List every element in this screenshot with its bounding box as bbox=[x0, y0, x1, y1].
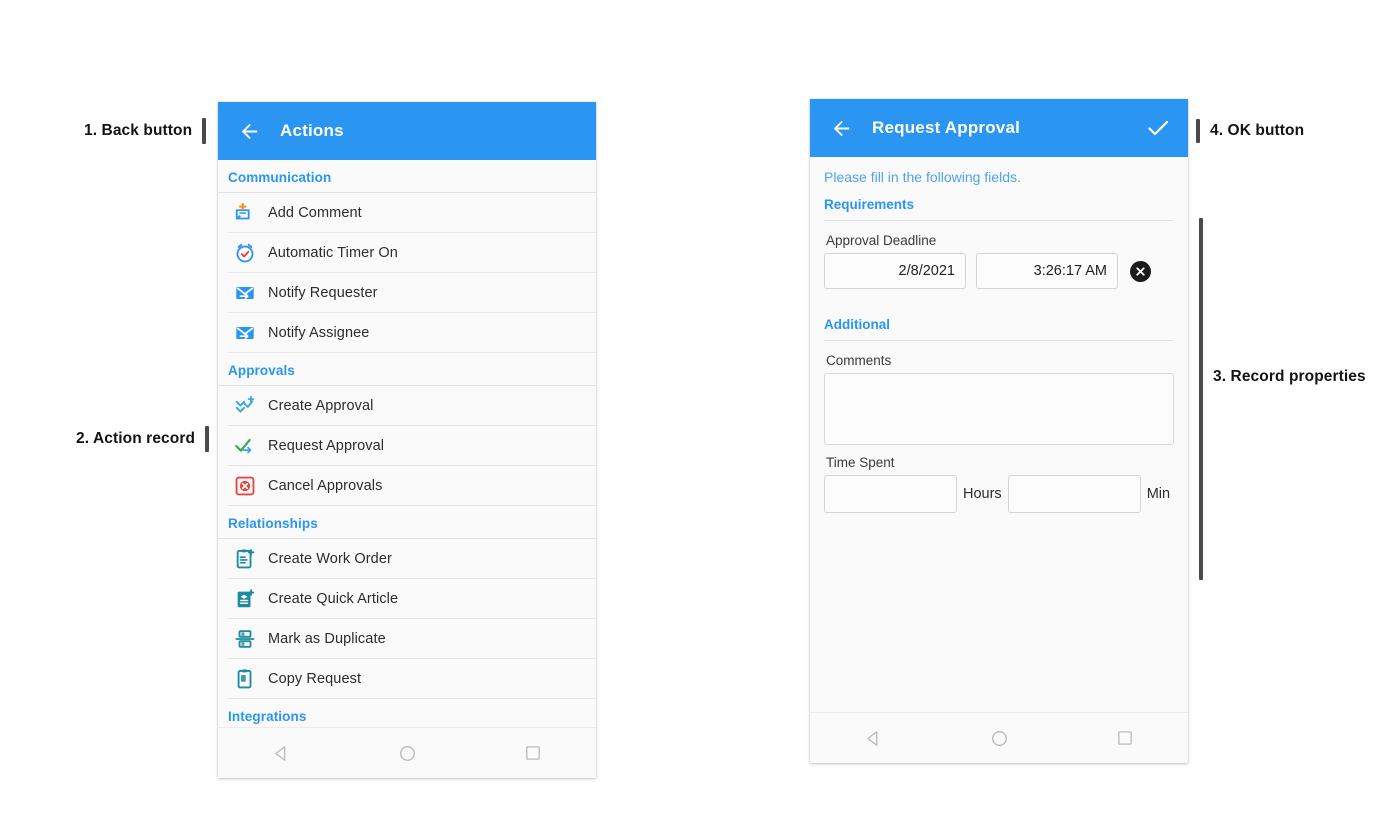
check-arrow-icon bbox=[228, 435, 262, 457]
back-button[interactable] bbox=[232, 114, 266, 148]
time-spent-hours-unit: Hours bbox=[963, 486, 1002, 502]
nav-back-triangle-icon[interactable] bbox=[838, 721, 908, 755]
time-spent-hours-input[interactable] bbox=[824, 475, 957, 513]
right-phone-screen: Request Approval Please fill in the foll… bbox=[810, 99, 1188, 763]
clear-circle-icon[interactable] bbox=[1130, 260, 1151, 282]
annotation-ok-button-bracket bbox=[1196, 119, 1200, 143]
field-label-approval-deadline: Approval Deadline bbox=[826, 233, 937, 248]
arrow-left-icon bbox=[241, 123, 257, 139]
nav-home-circle-icon[interactable] bbox=[964, 721, 1034, 755]
left-android-navbar bbox=[218, 727, 596, 778]
right-appbar-title: Request Approval bbox=[872, 118, 1021, 137]
annotation-record-properties-label: 3. Record properties bbox=[1213, 368, 1366, 385]
copy-clipboard-icon bbox=[228, 668, 262, 690]
left-appbar: Actions bbox=[218, 102, 596, 160]
action-row-cancel-approvals[interactable]: Cancel Approvals bbox=[228, 466, 596, 506]
duplicate-icon bbox=[228, 628, 262, 650]
annotation-ok-button-label: 4. OK button bbox=[1210, 122, 1305, 140]
left-appbar-title: Actions bbox=[280, 121, 344, 140]
group-header-relationships: Relationships bbox=[218, 506, 596, 539]
group-header-communication: Communication bbox=[218, 160, 596, 193]
annotation-record-properties-bracket bbox=[1199, 218, 1203, 580]
annotation-back-button-label: 1. Back button bbox=[84, 122, 193, 140]
action-row-add-comment[interactable]: Add Comment bbox=[228, 193, 596, 233]
nav-home-circle-icon[interactable] bbox=[372, 736, 442, 770]
group-header-approvals: Approvals bbox=[218, 353, 596, 386]
right-android-navbar bbox=[810, 712, 1188, 763]
action-label: Add Comment bbox=[268, 204, 362, 221]
action-label: Create Work Order bbox=[268, 550, 392, 567]
action-label: Automatic Timer On bbox=[268, 244, 398, 261]
time-spent-minutes-unit: Min bbox=[1146, 486, 1171, 502]
action-row-create-quick-article[interactable]: Create Quick Article bbox=[228, 579, 596, 619]
comments-textarea[interactable] bbox=[824, 373, 1174, 445]
left-phone-screen: Actions Communication Add Comment Automa… bbox=[218, 102, 596, 778]
action-row-notify-assignee[interactable]: Notify Assignee bbox=[228, 313, 596, 353]
annotation-action-record-bracket bbox=[205, 426, 210, 452]
annotation-action-record: 2. Action record bbox=[76, 426, 210, 452]
action-row-copy-request[interactable]: Copy Request bbox=[228, 659, 596, 699]
actions-list: Communication Add Comment Automatic Time… bbox=[218, 160, 596, 778]
action-label: Copy Request bbox=[268, 670, 362, 687]
ok-button[interactable] bbox=[1142, 112, 1174, 144]
approval-deadline-field-group: 2/8/2021 3:26:17 AM bbox=[824, 253, 1174, 289]
field-label-time-spent: Time Spent bbox=[826, 455, 895, 470]
time-spent-field-group: Hours Min bbox=[824, 475, 1174, 513]
section-header-additional: Additional bbox=[824, 311, 1174, 341]
approval-deadline-date-input[interactable]: 2/8/2021 bbox=[824, 253, 966, 289]
article-add-icon bbox=[228, 588, 262, 610]
annotation-back-button-bracket bbox=[202, 118, 207, 144]
action-label: Create Approval bbox=[268, 397, 374, 414]
action-label: Mark as Duplicate bbox=[268, 630, 386, 647]
action-label: Notify Assignee bbox=[268, 324, 370, 341]
approval-add-icon bbox=[228, 395, 262, 417]
back-button[interactable] bbox=[824, 111, 858, 145]
time-spent-minutes-input[interactable] bbox=[1007, 475, 1141, 513]
nav-recents-square-icon[interactable] bbox=[1090, 721, 1160, 755]
section-header-requirements: Requirements bbox=[824, 191, 1174, 221]
screenshot-canvas: 1. Back button 2. Action record 3. Recor… bbox=[0, 0, 1400, 833]
check-icon bbox=[1148, 120, 1169, 136]
approval-deadline-time-input[interactable]: 3:26:17 AM bbox=[976, 253, 1118, 289]
clipboard-add-icon bbox=[228, 548, 262, 570]
nav-back-triangle-icon[interactable] bbox=[246, 736, 316, 770]
action-label: Create Quick Article bbox=[268, 590, 399, 607]
arrow-left-icon bbox=[833, 120, 849, 136]
action-label: Notify Requester bbox=[268, 284, 378, 301]
action-row-notify-requester[interactable]: Notify Requester bbox=[228, 273, 596, 313]
annotation-back-button: 1. Back button bbox=[84, 118, 207, 144]
annotation-ok-button: 4. OK button bbox=[1196, 119, 1304, 143]
envelope-arrow-icon bbox=[228, 282, 262, 304]
cancel-square-icon bbox=[228, 475, 262, 497]
request-approval-form: Please fill in the following fields. Req… bbox=[810, 157, 1188, 513]
action-row-automatic-timer-on[interactable]: Automatic Timer On bbox=[228, 233, 596, 273]
envelope-arrow-icon bbox=[228, 322, 262, 344]
action-row-mark-as-duplicate[interactable]: Mark as Duplicate bbox=[228, 619, 596, 659]
add-comment-icon bbox=[228, 202, 262, 224]
annotation-record-properties: 3. Record properties bbox=[1199, 218, 1366, 580]
field-label-comments: Comments bbox=[826, 353, 892, 368]
annotation-action-record-label: 2. Action record bbox=[76, 430, 196, 448]
form-hint: Please fill in the following fields. bbox=[824, 169, 1021, 185]
action-label: Cancel Approvals bbox=[268, 477, 383, 494]
alarm-check-icon bbox=[228, 242, 262, 264]
action-label: Request Approval bbox=[268, 437, 385, 454]
action-row-request-approval[interactable]: Request Approval bbox=[228, 426, 596, 466]
nav-recents-square-icon[interactable] bbox=[498, 736, 568, 770]
right-appbar: Request Approval bbox=[810, 99, 1188, 157]
action-row-create-approval[interactable]: Create Approval bbox=[228, 386, 596, 426]
action-row-create-work-order[interactable]: Create Work Order bbox=[228, 539, 596, 579]
